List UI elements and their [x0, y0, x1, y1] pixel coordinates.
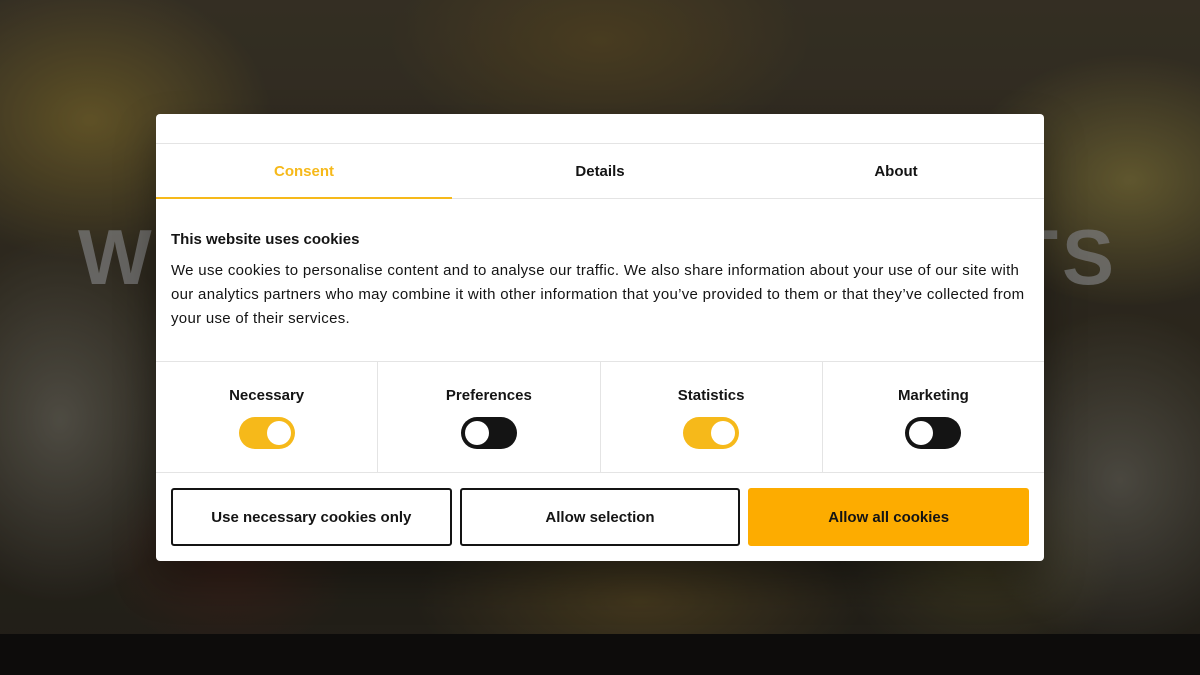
- toggle-knob: [464, 421, 489, 445]
- toggle-cell-statistics: Statistics: [599, 362, 822, 472]
- toggle-knob: [909, 421, 934, 445]
- toggle-necessary[interactable]: [238, 417, 295, 449]
- toggle-statistics[interactable]: [683, 417, 740, 449]
- tab-consent[interactable]: Consent: [156, 144, 452, 199]
- toggle-label-necessary: Necessary: [229, 387, 305, 404]
- allow-all-cookies-button[interactable]: Allow all cookies: [748, 488, 1030, 546]
- toggle-label-marketing: Marketing: [897, 387, 969, 404]
- allow-selection-button[interactable]: Allow selection: [459, 488, 741, 546]
- cookie-consent-dialog: Consent Details About This website uses …: [156, 114, 1044, 561]
- tab-about[interactable]: About: [748, 144, 1044, 198]
- toggle-label-preferences: Preferences: [445, 387, 532, 404]
- toggle-knob: [711, 421, 736, 445]
- toggle-cell-preferences: Preferences: [377, 362, 599, 472]
- toggle-knob: [266, 421, 291, 445]
- cookie-category-toggles: Necessary Preferences Statistics Marketi…: [156, 361, 1044, 473]
- dialog-header: [156, 114, 1044, 144]
- footer-bar: [0, 634, 1200, 675]
- toggle-label-statistics: Statistics: [677, 387, 745, 404]
- toggle-cell-marketing: Marketing: [821, 362, 1044, 472]
- tab-details[interactable]: Details: [452, 144, 748, 198]
- use-necessary-only-button[interactable]: Use necessary cookies only: [171, 488, 452, 546]
- toggle-preferences[interactable]: [460, 417, 517, 449]
- toggle-cell-necessary: Necessary: [156, 362, 377, 472]
- consent-tabs: Consent Details About: [156, 144, 1044, 199]
- background-headline-left: W: [78, 213, 156, 301]
- consent-title: This website uses cookies: [171, 231, 360, 248]
- toggle-marketing[interactable]: [905, 417, 962, 449]
- consent-buttons: Use necessary cookies only Allow selecti…: [156, 473, 1044, 546]
- consent-description: We use cookies to personalise content an…: [171, 262, 1025, 327]
- consent-body: This website uses cookies We use cookies…: [156, 199, 1044, 361]
